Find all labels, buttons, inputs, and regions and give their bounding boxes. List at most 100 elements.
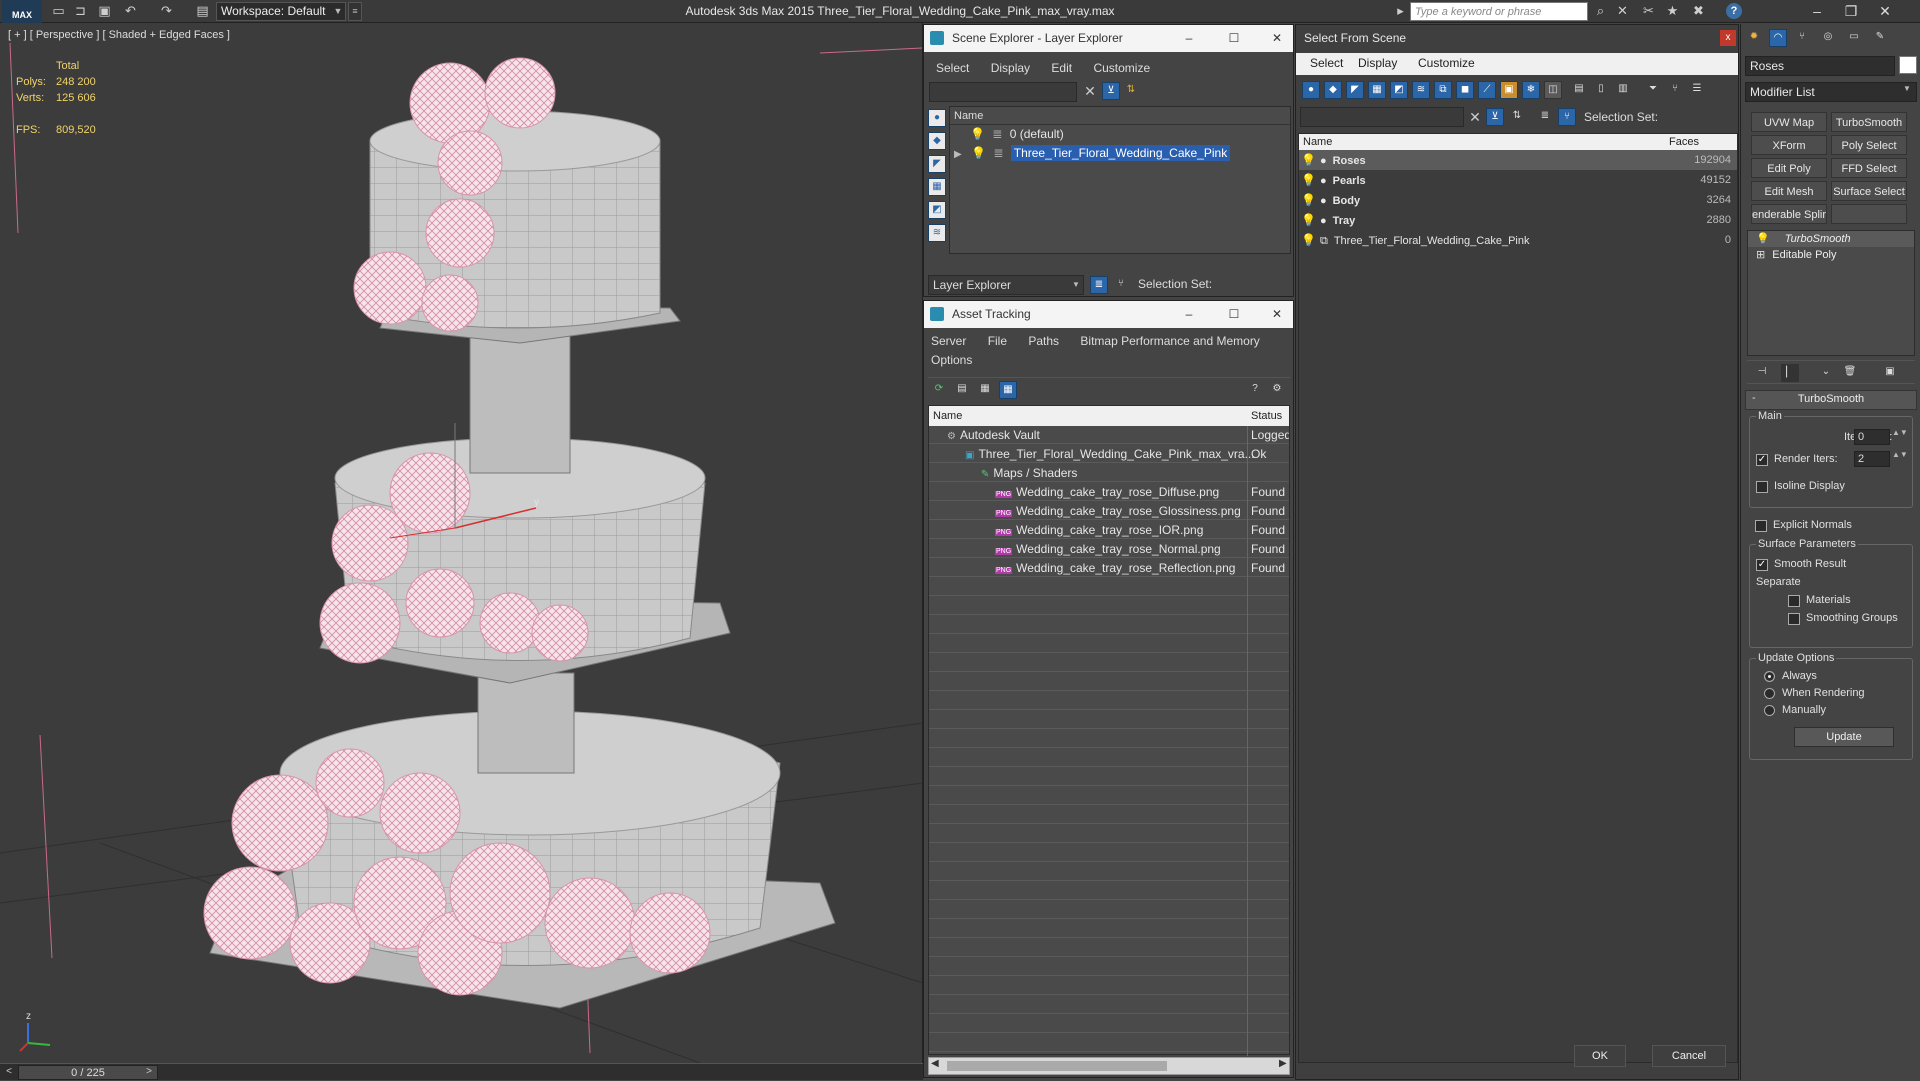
filter-icon[interactable]: ⊻ bbox=[1102, 82, 1120, 100]
make-unique-icon[interactable]: ⌄ bbox=[1817, 364, 1835, 382]
list-view-icon[interactable]: ▤ bbox=[953, 381, 971, 399]
time-prev-button[interactable]: < bbox=[2, 1064, 16, 1080]
display-helpers-icon[interactable]: ◩ bbox=[928, 201, 946, 219]
object-table[interactable]: Name Faces 💡 ● Roses 192904 💡 ● Pearls 49152 💡 ● B… bbox=[1298, 133, 1738, 1063]
modifier-set-button[interactable]: XForm bbox=[1751, 135, 1827, 155]
favorites-star-icon[interactable]: ★ bbox=[1664, 3, 1681, 19]
containers-filter-icon[interactable]: ▣ bbox=[1500, 81, 1518, 99]
time-slider-counter[interactable]: 0 / 225 bbox=[18, 1065, 158, 1080]
frozen-filter-icon[interactable]: ❄ bbox=[1522, 81, 1540, 99]
display-geometry-icon[interactable]: ● bbox=[928, 109, 946, 127]
bones-filter-icon[interactable]: ⟋ bbox=[1478, 81, 1496, 99]
clear-search-icon[interactable]: ✕ bbox=[1466, 107, 1484, 127]
settings-icon[interactable]: ⚙ bbox=[1268, 381, 1286, 399]
modifier-set-button[interactable]: TurboSmooth bbox=[1831, 112, 1907, 132]
filter-icon[interactable]: ⊻ bbox=[1486, 108, 1504, 126]
minimize-icon[interactable]: – bbox=[1174, 25, 1204, 52]
expand-arrow-icon[interactable]: ▶ bbox=[954, 149, 962, 160]
display-spacewarps-icon[interactable]: ≋ bbox=[928, 224, 946, 242]
groups-filter-icon[interactable]: ⧉ bbox=[1434, 81, 1452, 99]
table-view-icon[interactable]: ▦ bbox=[999, 381, 1017, 399]
filter-funnel-icon[interactable]: ⏷ bbox=[1644, 81, 1662, 99]
manually-radio[interactable] bbox=[1764, 705, 1775, 716]
cameras-filter-icon[interactable]: ▦ bbox=[1368, 81, 1386, 99]
update-button[interactable]: Update bbox=[1794, 727, 1894, 747]
smooth-result-checkbox[interactable]: ✓ bbox=[1756, 559, 1768, 571]
perspective-viewport[interactable]: [ + ] [ Perspective ] [ Shaded + Edged F… bbox=[0, 23, 923, 1063]
sort-icon[interactable]: ⇅ bbox=[1122, 82, 1140, 100]
spinner-arrows-icon[interactable]: ▲▼ bbox=[1892, 428, 1908, 437]
search-arrow-icon[interactable]: ▸ bbox=[1392, 3, 1409, 19]
materials-checkbox[interactable] bbox=[1788, 595, 1800, 607]
collapse-all-icon[interactable]: ☰ bbox=[1688, 81, 1706, 99]
light-bulb-icon[interactable]: 💡 bbox=[1756, 233, 1770, 245]
asset-row[interactable]: PNG Wedding_cake_tray_rose_IOR.png Found bbox=[929, 521, 1289, 540]
menu-display[interactable]: Display bbox=[1358, 56, 1397, 70]
modifier-set-button[interactable]: FFD Select bbox=[1831, 158, 1907, 178]
communication-icon[interactable]: ✖ bbox=[1690, 3, 1707, 19]
object-row[interactable]: 💡 ● Pearls 49152 bbox=[1299, 170, 1737, 190]
asset-col-name[interactable]: Name bbox=[929, 406, 1247, 426]
modifier-set-button[interactable]: Edit Mesh bbox=[1751, 181, 1827, 201]
scroll-left-icon[interactable]: ◀ bbox=[931, 1058, 939, 1069]
display-invert-icon[interactable]: ▥ bbox=[1614, 81, 1632, 99]
help-icon[interactable]: ? bbox=[1726, 3, 1742, 19]
select-search-input[interactable] bbox=[1300, 107, 1464, 127]
modifier-set-button[interactable]: Surface Select bbox=[1831, 181, 1907, 201]
scroll-thumb[interactable] bbox=[947, 1061, 1167, 1071]
when-rendering-radio[interactable] bbox=[1764, 688, 1775, 699]
save-icon[interactable]: ▣ bbox=[96, 3, 113, 19]
close-icon[interactable]: ✕ bbox=[1262, 301, 1292, 328]
select-from-scene-titlebar[interactable]: Select From Scene bbox=[1296, 25, 1738, 52]
refresh-icon[interactable]: ⟳ bbox=[930, 381, 948, 399]
chevron-down-icon[interactable]: ▼ bbox=[1903, 84, 1911, 93]
menu-paths[interactable]: Paths bbox=[1028, 334, 1059, 348]
scroll-right-icon[interactable]: ▶ bbox=[1279, 1058, 1287, 1069]
explorer-type-dropdown[interactable]: Layer Explorer bbox=[928, 275, 1084, 295]
layer-row-default[interactable]: 💡 ≣ 0 (default) bbox=[950, 125, 1290, 144]
spacewarps-filter-icon[interactable]: ≋ bbox=[1412, 81, 1430, 99]
new-file-icon[interactable]: ▭ bbox=[50, 3, 67, 19]
stack-item-editable-poly[interactable]: ⊞ Editable Poly bbox=[1748, 247, 1914, 263]
chevron-down-icon[interactable]: ▼ bbox=[330, 2, 346, 21]
modifier-set-button[interactable]: enderable Splir bbox=[1751, 204, 1827, 224]
xrefs-filter-icon[interactable]: ◼ bbox=[1456, 81, 1474, 99]
modifier-set-button[interactable]: Poly Select bbox=[1831, 135, 1907, 155]
asset-row[interactable]: PNG Wedding_cake_tray_rose_Glossiness.png… bbox=[929, 502, 1289, 521]
turbosmooth-rollout-header[interactable]: - TurboSmooth bbox=[1745, 390, 1917, 410]
menu-bitmap-performance[interactable]: Bitmap Performance and Memory bbox=[1080, 334, 1259, 348]
object-name-input[interactable]: Roses bbox=[1745, 56, 1895, 76]
light-bulb-icon[interactable]: 💡 bbox=[970, 127, 985, 141]
maximize-icon[interactable]: ☐ bbox=[1219, 25, 1249, 52]
object-col-name[interactable]: Name bbox=[1299, 134, 1665, 150]
subscription-icon[interactable]: ✂ bbox=[1640, 3, 1657, 19]
workspace-dropdown[interactable]: Workspace: Default bbox=[216, 2, 346, 21]
clear-search-icon[interactable]: ✕ bbox=[1081, 82, 1099, 100]
redo-icon[interactable]: ↷ bbox=[158, 3, 175, 19]
time-slider[interactable]: < 0 / 225 > bbox=[0, 1063, 923, 1080]
shapes-filter-icon[interactable]: ◆ bbox=[1324, 81, 1342, 99]
menu-customize[interactable]: Customize bbox=[1093, 61, 1150, 75]
smoothing-groups-checkbox[interactable] bbox=[1788, 613, 1800, 625]
asset-table[interactable]: Name Status ⚙ Autodesk Vault Logged ▣ Three_… bbox=[928, 405, 1290, 1056]
display-shapes-icon[interactable]: ◆ bbox=[928, 132, 946, 150]
lights-filter-icon[interactable]: ◤ bbox=[1346, 81, 1364, 99]
asset-row[interactable]: PNG Wedding_cake_tray_rose_Reflection.png… bbox=[929, 559, 1289, 578]
stack-item-turbosmooth[interactable]: 💡 TurboSmooth bbox=[1748, 231, 1914, 247]
iterations-spinner[interactable]: 0 bbox=[1854, 429, 1890, 445]
spinner-arrows-icon[interactable]: ▲▼ bbox=[1892, 450, 1908, 459]
close-icon[interactable]: ✕ bbox=[1262, 25, 1292, 52]
layer-tree-header[interactable]: Name bbox=[950, 107, 1290, 125]
display-tab-icon[interactable]: ▭ bbox=[1845, 29, 1863, 47]
always-radio[interactable] bbox=[1764, 671, 1775, 682]
show-end-result-icon[interactable]: ▏ bbox=[1781, 364, 1799, 382]
object-row[interactable]: 💡 ● Roses 192904 bbox=[1299, 150, 1737, 170]
asset-row[interactable]: ✎ Maps / Shaders bbox=[929, 464, 1289, 483]
open-folder-icon[interactable]: ⊐ bbox=[72, 3, 89, 19]
project-folder-icon[interactable]: ▤ bbox=[194, 3, 211, 19]
asset-tracking-titlebar[interactable]: Asset Tracking – ☐ ✕ bbox=[924, 301, 1293, 328]
asset-horizontal-scrollbar[interactable]: ◀ ▶ bbox=[928, 1057, 1290, 1075]
display-cameras-icon[interactable]: ▦ bbox=[928, 178, 946, 196]
menu-display[interactable]: Display bbox=[991, 61, 1030, 75]
light-bulb-icon[interactable]: 💡 bbox=[971, 146, 986, 160]
